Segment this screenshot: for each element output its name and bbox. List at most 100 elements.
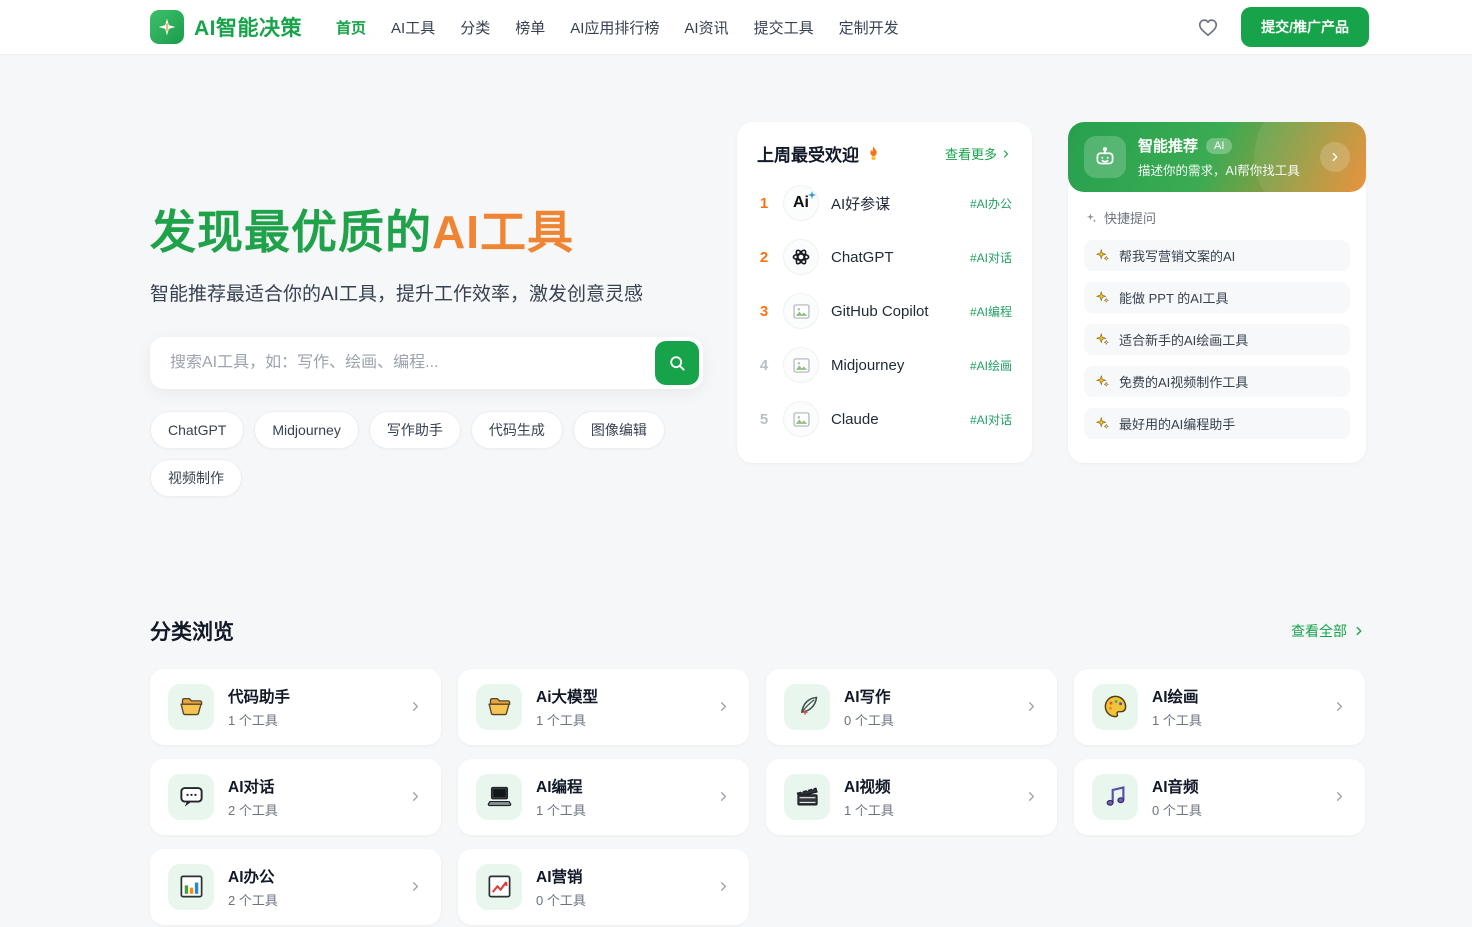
popular-item-2[interactable]: 3 GitHub Copilot #AI编程 [757, 284, 1012, 338]
category-name: AI写作 [844, 688, 891, 706]
quick-question-1[interactable]: 能做 PPT 的AI工具 [1084, 282, 1350, 313]
hot-tag-1[interactable]: Midjourney [254, 410, 359, 449]
category-name: AI绘画 [1152, 688, 1199, 706]
sparkle-icon [1095, 248, 1110, 263]
category-card-1[interactable]: Ai大模型 1 个工具 [458, 668, 749, 745]
chevron-right-icon [716, 789, 731, 804]
category-count: 0 个工具 [844, 712, 894, 728]
categories-section: 分类浏览 查看全部 代码助手 1 个工具 Ai大模型 1 个工具 AI写作 0 … [150, 616, 1366, 925]
quick-questions-list: 帮我写营销文案的AI 能做 PPT 的AI工具 适合新手的AI绘画工具 免费的A… [1084, 240, 1350, 439]
question-text: 帮我写营销文案的AI [1119, 249, 1236, 264]
hot-tag-4[interactable]: 图像编辑 [572, 410, 665, 449]
category-card-5[interactable]: AI编程 1 个工具 [458, 758, 749, 835]
folder-icon [168, 683, 214, 730]
nav-item-4[interactable]: AI应用排行榜 [570, 17, 659, 38]
chat-icon [168, 773, 214, 820]
categories-grid: 代码助手 1 个工具 Ai大模型 1 个工具 AI写作 0 个工具 AI绘画 1… [150, 668, 1366, 925]
nav-item-0[interactable]: 首页 [336, 17, 366, 38]
category-name: AI办公 [228, 868, 275, 886]
search-input[interactable] [170, 353, 655, 372]
view-more-link[interactable]: 查看更多 [945, 144, 1012, 163]
chevron-right-icon [408, 699, 423, 714]
tool-name: Claude [831, 410, 879, 428]
category-card-8[interactable]: AI办公 2 个工具 [150, 848, 441, 925]
palette-icon [1092, 683, 1138, 730]
chevron-right-icon [1024, 699, 1039, 714]
main-nav: 首页 AI工具 分类 榜单 AI应用排行榜 AI资讯 提交工具 定制开发 [336, 17, 899, 38]
category-name: Ai大模型 [536, 688, 599, 706]
submit-product-button[interactable]: 提交/推广产品 [1241, 7, 1369, 47]
rank-number: 2 [759, 248, 769, 266]
hot-tag-5[interactable]: 视频制作 [150, 458, 242, 497]
category-name: 代码助手 [228, 688, 291, 706]
flame-icon [865, 145, 882, 162]
feather-icon [784, 683, 830, 730]
quick-question-4[interactable]: 最好用的AI编程助手 [1084, 408, 1350, 439]
popular-item-1[interactable]: 2 ChatGPT #AI对话 [757, 230, 1012, 284]
tool-logo [783, 293, 819, 329]
page-subtitle: 智能推荐最适合你的AI工具，提升工作效率，激发创意灵感 [150, 283, 643, 305]
nav-item-5[interactable]: AI资讯 [684, 17, 728, 38]
tool-category-tag: #AI绘画 [969, 358, 1012, 373]
nav-item-2[interactable]: 分类 [460, 17, 490, 38]
nav-item-1[interactable]: AI工具 [391, 17, 435, 38]
category-card-6[interactable]: AI视频 1 个工具 [766, 758, 1057, 835]
search-icon [667, 353, 687, 373]
category-card-9[interactable]: AI营销 0 个工具 [458, 848, 749, 925]
popular-item-4[interactable]: 5 Claude #AI对话 [757, 392, 1012, 446]
recommend-banner[interactable]: 智能推荐 AI 描述你的需求，AI帮你找工具 [1068, 122, 1366, 222]
tool-logo [783, 347, 819, 383]
tool-name: AI好参谋 [831, 195, 891, 213]
category-card-4[interactable]: AI对话 2 个工具 [150, 758, 441, 835]
category-count: 2 个工具 [228, 892, 278, 908]
category-card-3[interactable]: AI绘画 1 个工具 [1074, 668, 1365, 745]
chevron-right-icon [1352, 624, 1366, 638]
popular-card: 上周最受欢迎 查看更多 1 Ai AI好参谋 #AI办公 2 ChatGPT #… [737, 122, 1032, 463]
category-name: AI编程 [536, 778, 583, 796]
site-title: AI智能决策 [194, 17, 302, 40]
chevron-right-icon [1332, 789, 1347, 804]
question-text: 能做 PPT 的AI工具 [1119, 291, 1229, 306]
view-all-link[interactable]: 查看全部 [1291, 621, 1366, 641]
category-card-0[interactable]: 代码助手 1 个工具 [150, 668, 441, 745]
rank-number: 5 [759, 410, 769, 428]
popular-item-3[interactable]: 4 Midjourney #AI绘画 [757, 338, 1012, 392]
search-button[interactable] [655, 340, 699, 385]
hot-tag-3[interactable]: 代码生成 [470, 410, 563, 449]
popular-item-0[interactable]: 1 Ai AI好参谋 #AI办公 [757, 176, 1012, 230]
nav-item-3[interactable]: 榜单 [515, 17, 545, 38]
category-name: AI营销 [536, 868, 583, 886]
recommend-card: 智能推荐 AI 描述你的需求，AI帮你找工具 快捷提问 帮我写营销文案的AI 能… [1068, 122, 1366, 463]
chevron-right-icon[interactable] [1320, 142, 1350, 172]
tool-logo: Ai [783, 185, 819, 221]
site-logo[interactable]: AI智能决策 [150, 10, 302, 44]
category-count: 1 个工具 [844, 802, 894, 818]
sparkle-icon [1084, 211, 1098, 225]
category-count: 0 个工具 [1152, 802, 1202, 818]
hot-tag-2[interactable]: 写作助手 [368, 410, 461, 449]
category-name: AI音频 [1152, 778, 1199, 796]
category-count: 1 个工具 [536, 802, 586, 818]
quick-question-3[interactable]: 免费的AI视频制作工具 [1084, 366, 1350, 397]
tool-category-tag: #AI办公 [969, 196, 1012, 211]
compass-star-icon [150, 10, 184, 44]
category-card-7[interactable]: AI音频 0 个工具 [1074, 758, 1365, 835]
favorites-button[interactable] [1197, 16, 1219, 38]
chevron-right-icon [1000, 148, 1012, 160]
laptop-icon [476, 773, 522, 820]
category-card-2[interactable]: AI写作 0 个工具 [766, 668, 1057, 745]
nav-item-7[interactable]: 定制开发 [839, 17, 899, 38]
sparkle-icon [1095, 290, 1110, 305]
search-bar [150, 336, 703, 389]
tool-name: GitHub Copilot [831, 302, 929, 320]
hot-tag-0[interactable]: ChatGPT [150, 410, 245, 449]
nav-item-6[interactable]: 提交工具 [754, 17, 814, 38]
quick-question-2[interactable]: 适合新手的AI绘画工具 [1084, 324, 1350, 355]
chevron-right-icon [716, 879, 731, 894]
tool-category-tag: #AI对话 [969, 412, 1012, 427]
rank-number: 4 [759, 356, 769, 374]
quick-question-0[interactable]: 帮我写营销文案的AI [1084, 240, 1350, 271]
chevron-right-icon [408, 879, 423, 894]
sparkle-icon [1095, 416, 1110, 431]
chevron-right-icon [1332, 699, 1347, 714]
